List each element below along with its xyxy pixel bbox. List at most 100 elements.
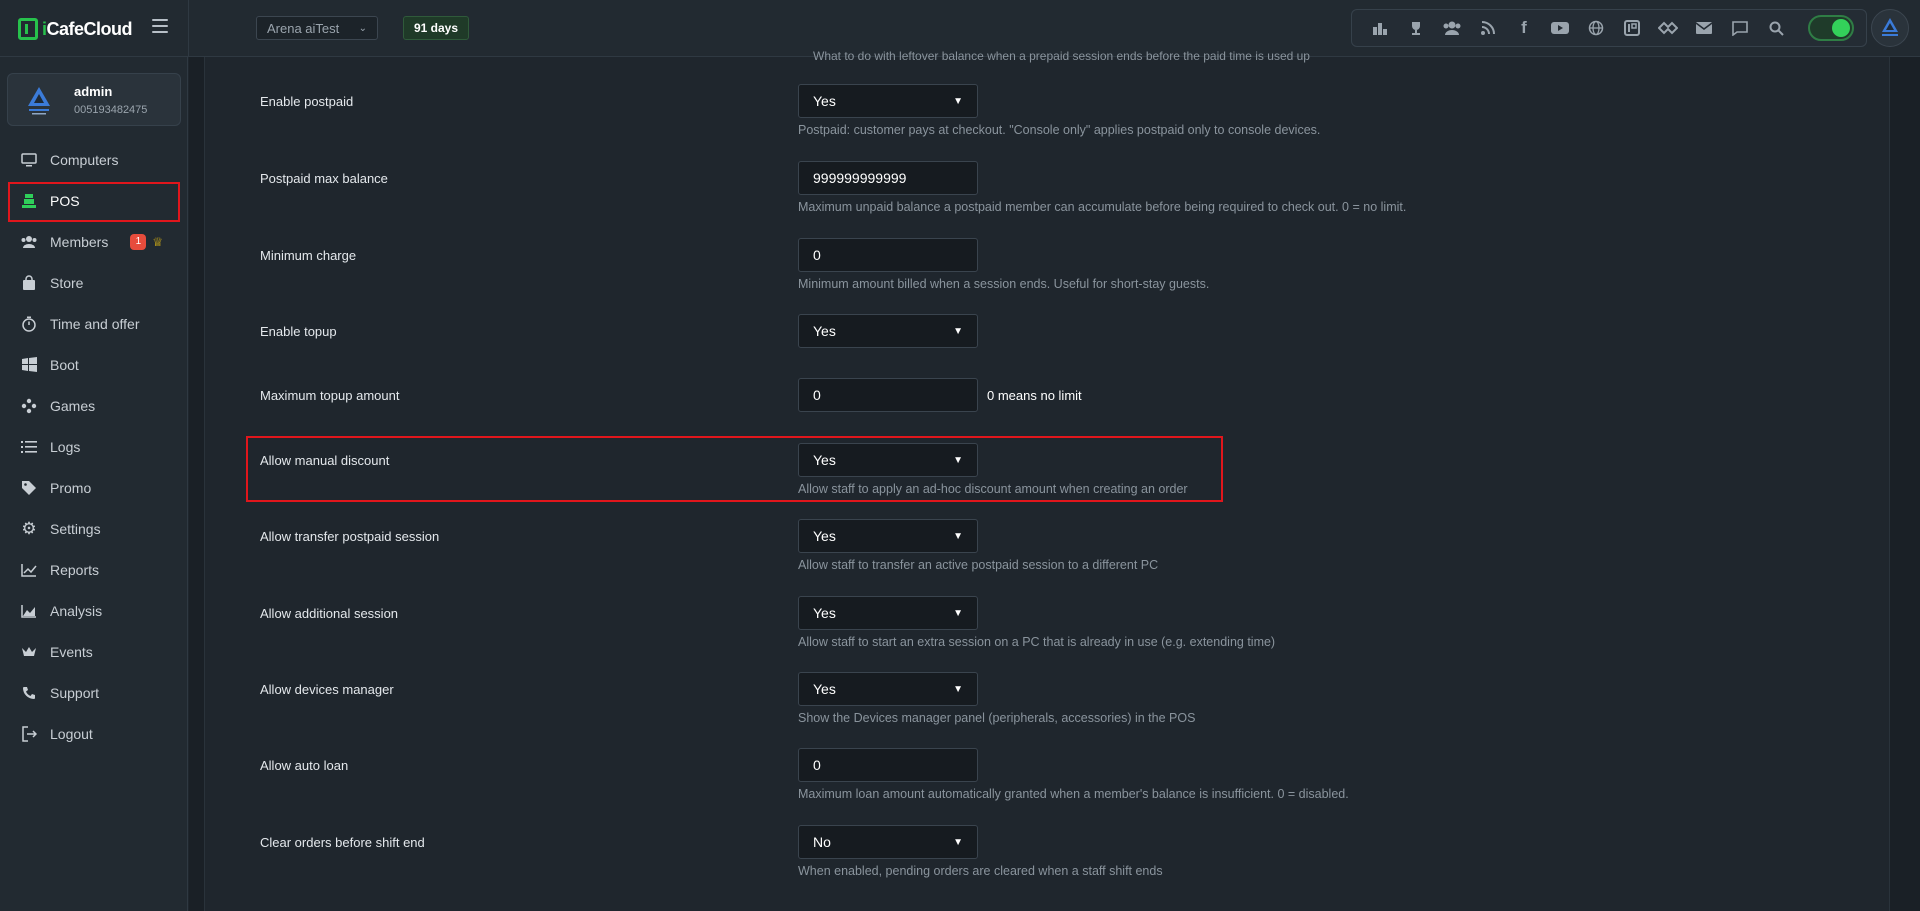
- allow-manual-discount-select[interactable]: Yes ▼: [798, 443, 978, 477]
- select-value: Yes: [813, 323, 836, 339]
- menu-toggle-icon[interactable]: [152, 19, 168, 33]
- group-icon[interactable]: [1434, 14, 1470, 42]
- theme-toggle[interactable]: [1808, 15, 1854, 41]
- setting-help-text: Maximum unpaid balance a postpaid member…: [798, 200, 1407, 214]
- podium-icon[interactable]: [1362, 14, 1398, 42]
- sidebar-item-computers[interactable]: Computers: [0, 139, 188, 180]
- sidebar-item-promo[interactable]: Promo: [0, 467, 188, 508]
- sidebar-item-logout[interactable]: Logout: [0, 713, 188, 754]
- allow-transfer-postpaid-session-select[interactable]: Yes ▼: [798, 519, 978, 553]
- monitor-icon: [20, 151, 38, 169]
- setting-help-text: Allow staff to transfer an active postpa…: [798, 558, 1159, 572]
- toolbar-icons: f: [1351, 9, 1867, 47]
- setting-label: Allow additional session: [260, 606, 399, 621]
- sidebar-item-analysis[interactable]: Analysis: [0, 590, 188, 631]
- center-select[interactable]: Arena aiTest ⌄: [256, 16, 378, 40]
- area-chart-icon: [20, 602, 38, 620]
- user-card[interactable]: admin 005193482475: [7, 73, 181, 126]
- divider: [188, 0, 189, 57]
- enable-postpaid-select[interactable]: Yes ▼: [798, 84, 978, 118]
- chat-icon[interactable]: [1722, 14, 1758, 42]
- rss-icon[interactable]: [1470, 14, 1506, 42]
- sidebar-item-time-and-offer[interactable]: Time and offer: [0, 303, 188, 344]
- list-icon: [20, 438, 38, 456]
- sidebar-item-label: Logout: [50, 725, 93, 742]
- sidebar-item-support[interactable]: Support: [0, 672, 188, 713]
- sidebar-item-reports[interactable]: Reports: [0, 549, 188, 590]
- handshake-icon[interactable]: [1650, 14, 1686, 42]
- sidebar-item-label: Settings: [50, 520, 101, 537]
- input-value: 999999999999: [813, 170, 907, 186]
- setting-help-text: Postpaid: customer pays at checkout. "Co…: [798, 123, 1321, 137]
- sidebar-item-settings[interactable]: ⚙ Settings: [0, 508, 188, 549]
- youtube-icon[interactable]: [1542, 14, 1578, 42]
- profile-avatar[interactable]: [1871, 9, 1909, 47]
- sidebar-item-label: Games: [50, 397, 96, 414]
- sidebar-item-members[interactable]: Members 1 ♕: [0, 221, 188, 262]
- chevron-down-icon: ▼: [953, 325, 963, 337]
- mail-icon[interactable]: [1686, 14, 1722, 42]
- user-id: 005193482475: [74, 104, 148, 116]
- sidebar-item-logs[interactable]: Logs: [0, 426, 188, 467]
- center-name: Arena aiTest: [267, 20, 340, 36]
- sidebar-item-label: Promo: [50, 479, 92, 496]
- clear-orders-before-shift-end-select[interactable]: No ▼: [798, 825, 978, 859]
- icafe-icon[interactable]: [1614, 14, 1650, 42]
- select-value: Yes: [813, 605, 836, 621]
- input-value: 0: [813, 387, 821, 403]
- search-icon[interactable]: [1758, 14, 1794, 42]
- sidebar-item-label: Analysis: [50, 602, 103, 619]
- shopping-bag-icon: [20, 274, 38, 292]
- select-value: Yes: [813, 93, 836, 109]
- chevron-down-icon: ▼: [953, 836, 963, 848]
- sidebar-item-store[interactable]: Store: [0, 262, 188, 303]
- setting-label: Allow devices manager: [260, 682, 394, 697]
- select-value: Yes: [813, 528, 836, 544]
- windows-icon: [20, 356, 38, 374]
- members-count-badge: 1: [130, 233, 147, 250]
- maximum-topup-amount-input[interactable]: 0: [798, 378, 978, 412]
- sidebar-item-label: Store: [50, 274, 84, 291]
- app-logo[interactable]: iCafeCloud: [18, 17, 133, 41]
- setting-label: Clear orders before shift end: [260, 835, 425, 850]
- minimum-charge-input[interactable]: 0: [798, 238, 978, 272]
- enable-topup-select[interactable]: Yes ▼: [798, 314, 978, 348]
- setting-label: Maximum topup amount: [260, 388, 400, 403]
- sidebar-item-label: POS: [50, 192, 80, 209]
- setting-label: Enable topup: [260, 324, 337, 339]
- setting-help-text: When enabled, pending orders are cleared…: [798, 864, 1163, 878]
- trophy-icon[interactable]: [1398, 14, 1434, 42]
- setting-label: Postpaid max balance: [260, 171, 388, 186]
- users-icon: [20, 233, 38, 251]
- user-name: admin: [74, 84, 113, 99]
- setting-help-text: Minimum amount billed when a session end…: [798, 277, 1210, 291]
- stopwatch-icon: [20, 315, 38, 333]
- sidebar-item-boot[interactable]: Boot: [0, 344, 188, 385]
- allow-additional-session-select[interactable]: Yes ▼: [798, 596, 978, 630]
- tag-icon: [20, 479, 38, 497]
- chevron-down-icon: ▼: [953, 607, 963, 619]
- sidebar-item-games[interactable]: Games: [0, 385, 188, 426]
- topup-limit-note: 0 means no limit: [987, 388, 1082, 403]
- sidebar-item-events[interactable]: Events: [0, 631, 188, 672]
- allow-auto-loan-input[interactable]: 0: [798, 748, 978, 782]
- postpaid-max-balance-input[interactable]: 999999999999: [798, 161, 978, 195]
- setting-help-text: Allow staff to apply an ad-hoc discount …: [798, 482, 1188, 496]
- license-days-badge[interactable]: 91 days: [403, 16, 469, 40]
- sidebar-item-label: Members: [50, 233, 109, 250]
- sidebar-item-label: Time and offer: [50, 315, 140, 332]
- setting-help-text: Maximum loan amount automatically grante…: [798, 787, 1349, 801]
- pos-settings-panel: What to do with leftover balance when a …: [204, 49, 1890, 911]
- logout-icon: [20, 725, 38, 743]
- line-chart-icon: [20, 561, 38, 579]
- gear-icon: ⚙: [21, 518, 37, 538]
- setting-label: Allow manual discount: [260, 453, 390, 468]
- logo-name: CafeCloud: [46, 18, 133, 39]
- sidebar-item-label: Boot: [50, 356, 79, 373]
- allow-devices-manager-select[interactable]: Yes ▼: [798, 672, 978, 706]
- sidebar-item-label: Reports: [50, 561, 100, 578]
- globe-icon[interactable]: [1578, 14, 1614, 42]
- facebook-icon[interactable]: f: [1506, 14, 1542, 42]
- sidebar: admin 005193482475 Computers POS Members…: [0, 57, 188, 911]
- sidebar-item-pos[interactable]: POS: [0, 180, 188, 222]
